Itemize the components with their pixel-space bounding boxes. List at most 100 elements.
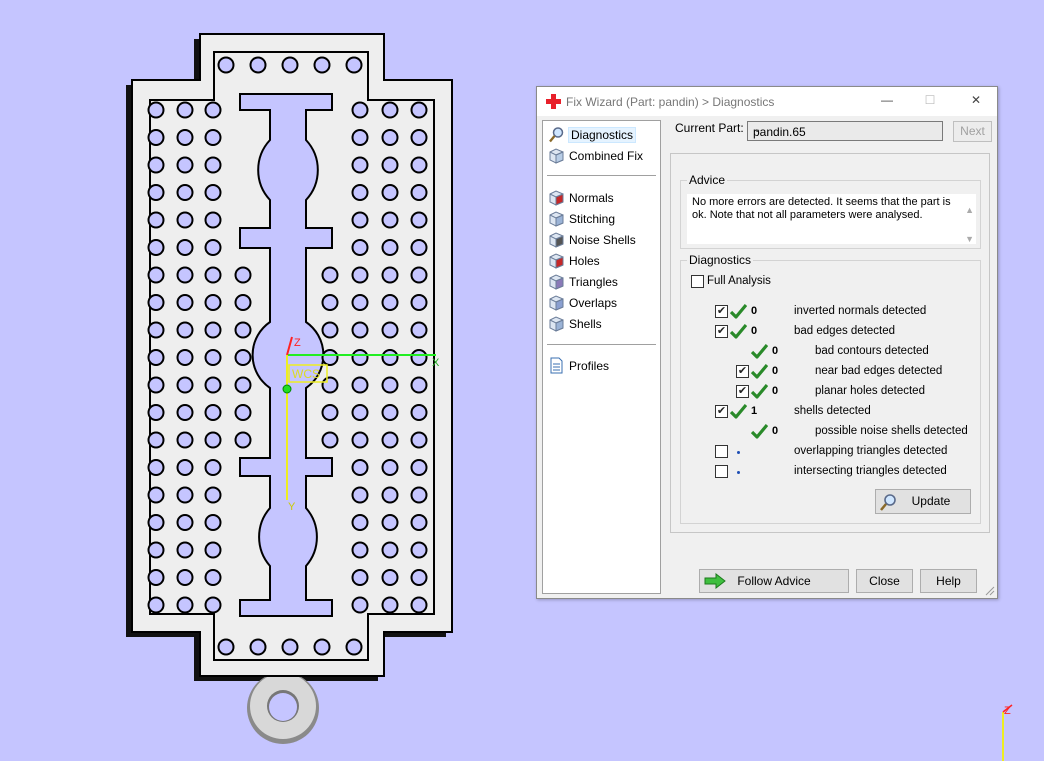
nav-item-shells[interactable]: Shells bbox=[548, 313, 602, 333]
perforation-hole bbox=[381, 266, 399, 284]
perforation-hole bbox=[351, 596, 369, 614]
magnifier-icon bbox=[549, 127, 564, 143]
nav-item-holes[interactable]: Holes bbox=[548, 250, 600, 270]
next-button[interactable]: Next bbox=[953, 121, 992, 142]
perforation-hole bbox=[351, 321, 369, 339]
nav-item-label: Overlaps bbox=[569, 295, 618, 310]
perforation-hole bbox=[381, 239, 399, 256]
perforation-hole bbox=[410, 569, 428, 586]
perforation-hole bbox=[351, 184, 369, 201]
diagnostic-label: inverted normals detected bbox=[794, 305, 927, 317]
nav-item-normals[interactable]: Normals bbox=[548, 187, 614, 207]
diagnostic-checkbox[interactable]: ✔ bbox=[736, 385, 749, 398]
perforation-hole bbox=[381, 294, 399, 311]
perforation-hole bbox=[234, 321, 252, 339]
diagnostic-checkbox[interactable] bbox=[715, 465, 728, 478]
perforation-hole bbox=[410, 404, 428, 421]
diagnostic-label: near bad edges detected bbox=[815, 365, 943, 377]
perforation-hole bbox=[147, 459, 165, 476]
perforation-hole bbox=[176, 431, 194, 449]
perforation-hole bbox=[351, 101, 369, 119]
nav-item-label: Combined Fix bbox=[569, 148, 644, 163]
perforation-hole bbox=[381, 321, 399, 339]
wcs-label: WCS bbox=[292, 367, 320, 381]
perforation-hole bbox=[381, 404, 399, 421]
perforation-hole bbox=[410, 294, 428, 311]
advice-scrollbar[interactable]: ▲ ▼ bbox=[965, 196, 974, 254]
resize-grip-icon[interactable] bbox=[985, 586, 995, 596]
wcs-origin-marker[interactable] bbox=[282, 384, 292, 394]
perforation-hole bbox=[204, 184, 222, 201]
perforation-hole bbox=[410, 596, 428, 614]
perforation-hole bbox=[321, 294, 339, 311]
perforation-hole bbox=[176, 596, 194, 614]
nav-item-combined-fix[interactable]: Combined Fix bbox=[548, 145, 643, 165]
green-arrow-icon bbox=[704, 573, 726, 589]
perforation-hole bbox=[147, 596, 165, 614]
diagnostic-checkbox[interactable]: ✔ bbox=[715, 305, 728, 318]
nav-item-noise-shells[interactable]: Noise Shells bbox=[548, 229, 636, 249]
green-check-icon bbox=[751, 384, 768, 399]
perforation-hole bbox=[381, 349, 399, 366]
nav-item-diagnostics[interactable]: Diagnostics bbox=[548, 124, 637, 144]
perforation-hole bbox=[381, 486, 399, 504]
diagnostic-count: 0 bbox=[751, 325, 758, 337]
perforation-hole bbox=[410, 459, 428, 476]
full-analysis-checkbox[interactable] bbox=[691, 275, 704, 288]
diagnostic-count: 0 bbox=[772, 345, 779, 357]
minimize-button[interactable]: — bbox=[877, 93, 897, 109]
perforation-hole bbox=[147, 376, 165, 394]
perforation-hole bbox=[381, 376, 399, 394]
diagnostic-checkbox[interactable]: ✔ bbox=[715, 325, 728, 338]
perforation-hole bbox=[204, 156, 222, 174]
perforation-hole bbox=[410, 486, 428, 504]
perforation-hole bbox=[410, 156, 428, 174]
nav-item-triangles[interactable]: Triangles bbox=[548, 271, 618, 291]
maximize-button[interactable]: ☐ bbox=[920, 93, 940, 109]
diagnostic-label: intersecting triangles detected bbox=[794, 465, 947, 477]
advice-text-box[interactable]: No more errors are detected. It seems th… bbox=[687, 194, 976, 244]
current-part-select[interactable]: pandin.65 ⌄ bbox=[747, 121, 943, 141]
title-bar[interactable]: Fix Wizard (Part: pandin) > Diagnostics … bbox=[537, 87, 997, 116]
diagnostic-checkbox[interactable]: ✔ bbox=[736, 365, 749, 378]
nav-item-label: Normals bbox=[569, 190, 614, 205]
help-button[interactable]: Help bbox=[920, 569, 977, 593]
perforation-hole bbox=[204, 376, 222, 394]
advice-group: Advice No more errors are detected. It s… bbox=[680, 173, 981, 249]
nav-item-profiles[interactable]: Profiles bbox=[548, 355, 609, 375]
perforation-hole bbox=[147, 569, 165, 586]
nav-item-stitching[interactable]: Stitching bbox=[548, 208, 615, 228]
diagnostic-checkbox[interactable]: ✔ bbox=[715, 405, 728, 418]
perforation-hole bbox=[234, 431, 252, 449]
stitching-cube-icon bbox=[549, 211, 564, 228]
perforation-hole bbox=[381, 156, 399, 174]
close-button[interactable]: Close bbox=[856, 569, 913, 593]
perforation-hole bbox=[147, 514, 165, 531]
perforation-hole bbox=[204, 266, 222, 284]
perforation-hole bbox=[176, 541, 194, 559]
diagnostic-label: bad contours detected bbox=[815, 345, 929, 357]
perforation-hole bbox=[321, 349, 339, 366]
perforation-hole bbox=[147, 211, 165, 229]
current-part-label: Current Part: bbox=[675, 121, 744, 135]
diagnostic-count: 0 bbox=[772, 385, 779, 397]
perforation-hole bbox=[147, 431, 165, 449]
diagnostic-label: shells detected bbox=[794, 405, 871, 417]
green-check-icon bbox=[730, 324, 747, 339]
perforation-hole bbox=[204, 101, 222, 119]
perforation-hole bbox=[204, 431, 222, 449]
perforation-hole bbox=[147, 321, 165, 339]
update-button[interactable]: Update bbox=[875, 489, 971, 514]
close-window-button[interactable]: ✕ bbox=[966, 93, 986, 109]
diagnostic-checkbox[interactable] bbox=[715, 445, 728, 458]
follow-advice-button[interactable]: Follow Advice bbox=[699, 569, 849, 593]
green-check-icon bbox=[730, 404, 747, 419]
pending-dot-icon bbox=[737, 451, 740, 454]
nav-item-overlaps[interactable]: Overlaps bbox=[548, 292, 617, 312]
update-label: Update bbox=[911, 494, 951, 508]
perforation-hole bbox=[381, 596, 399, 614]
perforation-hole bbox=[321, 404, 339, 421]
green-check-icon bbox=[730, 304, 747, 319]
perforation-hole bbox=[381, 129, 399, 146]
axis-x-label: X bbox=[432, 357, 440, 369]
